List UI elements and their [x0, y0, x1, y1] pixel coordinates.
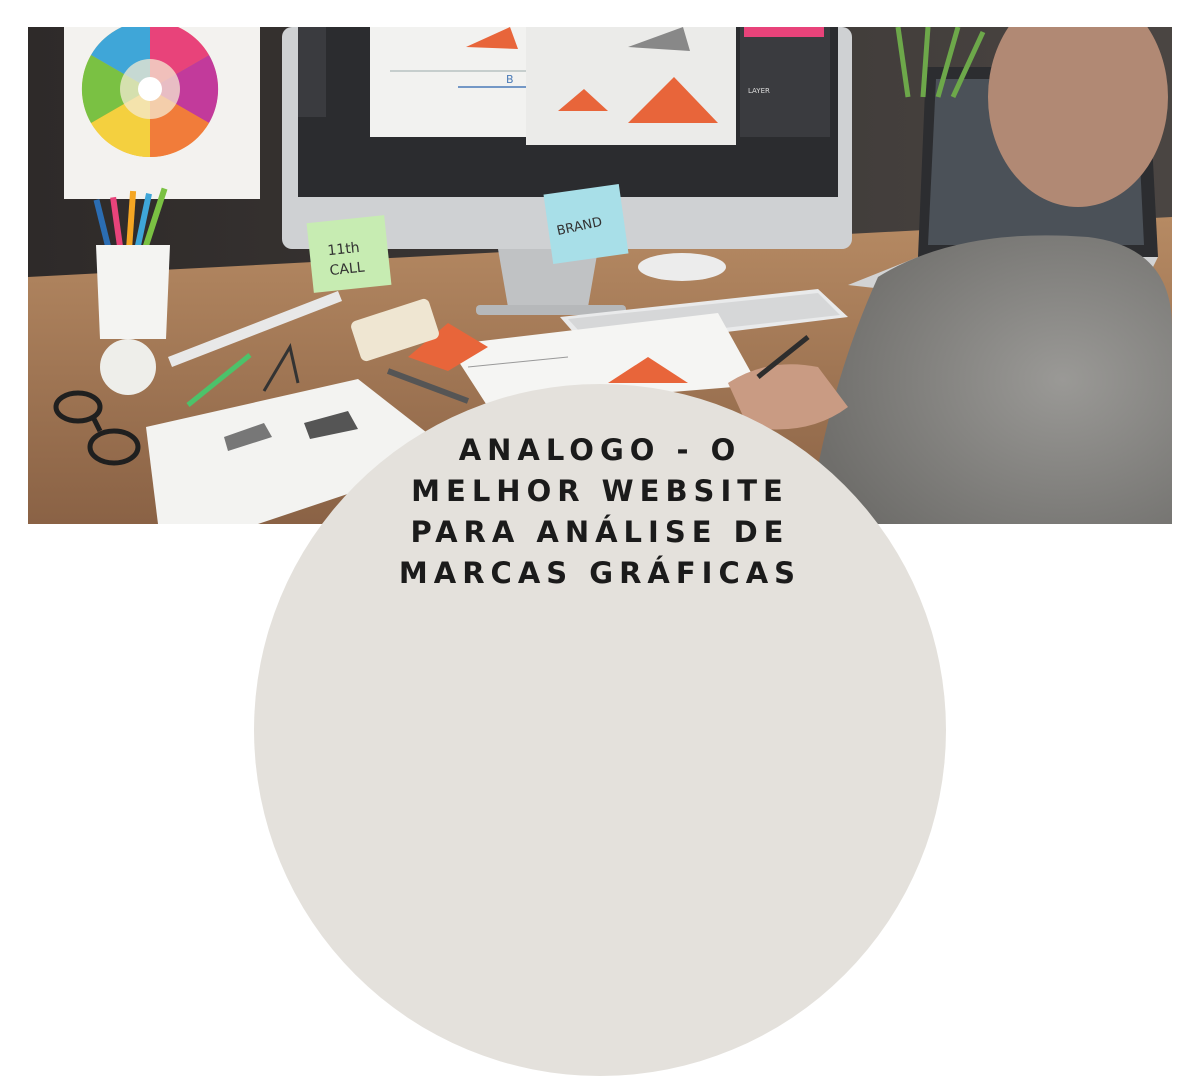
- sticky-note-call: 11th CALL: [306, 215, 392, 293]
- mouse: [638, 253, 726, 281]
- sticky-note-brand: BRAND: [543, 184, 629, 264]
- title-line-1: ANALOGO - O: [458, 433, 742, 467]
- monitor-label-b: B: [506, 73, 514, 86]
- title-line-4: MARCAS GRÁFICAS: [398, 556, 802, 590]
- crumpled-paper: [100, 339, 156, 395]
- layer-panel-label: LAYER: [748, 87, 770, 95]
- color-wheel-poster: [64, 27, 260, 199]
- title-line-3: PARA ANÁLISE DE: [410, 515, 790, 549]
- title-line-2: MELHOR WEBSITE: [411, 474, 789, 508]
- page-title: ANALOGO - O MELHOR WEBSITE PARA ANÁLISE …: [300, 430, 900, 594]
- sticky-note-call-line1: 11th: [327, 240, 361, 259]
